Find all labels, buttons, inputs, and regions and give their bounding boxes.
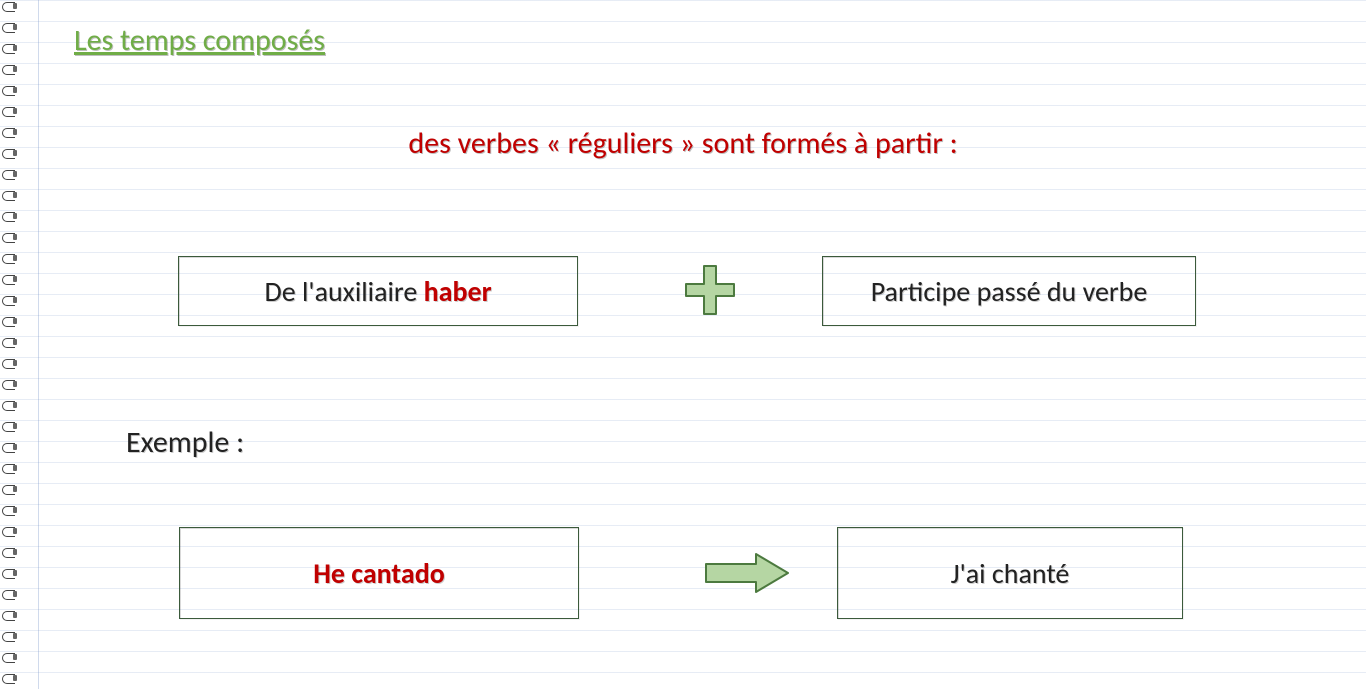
arrow-right-icon [702, 552, 792, 594]
example-left: He cantado [313, 556, 445, 591]
spiral-coil [2, 527, 24, 535]
spiral-coil [2, 23, 24, 31]
spiral-coil [2, 569, 24, 577]
spiral-coil [2, 443, 24, 451]
spiral-coil [2, 191, 24, 199]
spiral-coil [2, 275, 24, 283]
formula-box-right: Participe passé du verbe [822, 256, 1196, 326]
example-box-left: He cantado [179, 527, 579, 619]
spiral-coil [2, 422, 24, 430]
notebook-page: Les temps composés des verbes « régulier… [0, 0, 1366, 689]
spiral-coil [2, 506, 24, 514]
spiral-coil [2, 86, 24, 94]
spiral-coil [2, 359, 24, 367]
spiral-binding [0, 0, 26, 689]
subtitle: des verbes « réguliers » sont formés à p… [0, 125, 1366, 162]
spiral-coil [2, 44, 24, 52]
spiral-coil [2, 674, 24, 682]
spiral-coil [2, 653, 24, 661]
margin-rule [38, 0, 39, 689]
spiral-coil [2, 107, 24, 115]
example-box-right: J'ai chanté [837, 527, 1183, 619]
spiral-coil [2, 212, 24, 220]
formula-box-left: De l'auxiliaire haber [178, 256, 578, 326]
spiral-coil [2, 590, 24, 598]
spiral-coil [2, 611, 24, 619]
spiral-coil [2, 548, 24, 556]
spiral-coil [2, 233, 24, 241]
example-right: J'ai chanté [951, 556, 1070, 591]
formula-left-strong: haber [424, 274, 492, 309]
example-label: Exemple : [126, 424, 244, 461]
plus-icon [682, 262, 738, 318]
spiral-coil [2, 485, 24, 493]
spiral-coil [2, 65, 24, 73]
spiral-coil [2, 632, 24, 640]
formula-right-label: Participe passé du verbe [871, 274, 1148, 309]
page-title: Les temps composés [74, 22, 325, 59]
spiral-coil [2, 338, 24, 346]
formula-left-prefix: De l'auxiliaire [264, 274, 423, 309]
spiral-coil [2, 296, 24, 304]
spiral-coil [2, 317, 24, 325]
spiral-coil [2, 380, 24, 388]
spiral-coil [2, 401, 24, 409]
spiral-coil [2, 254, 24, 262]
spiral-coil [2, 464, 24, 472]
spiral-coil [2, 170, 24, 178]
spiral-coil [2, 2, 24, 10]
